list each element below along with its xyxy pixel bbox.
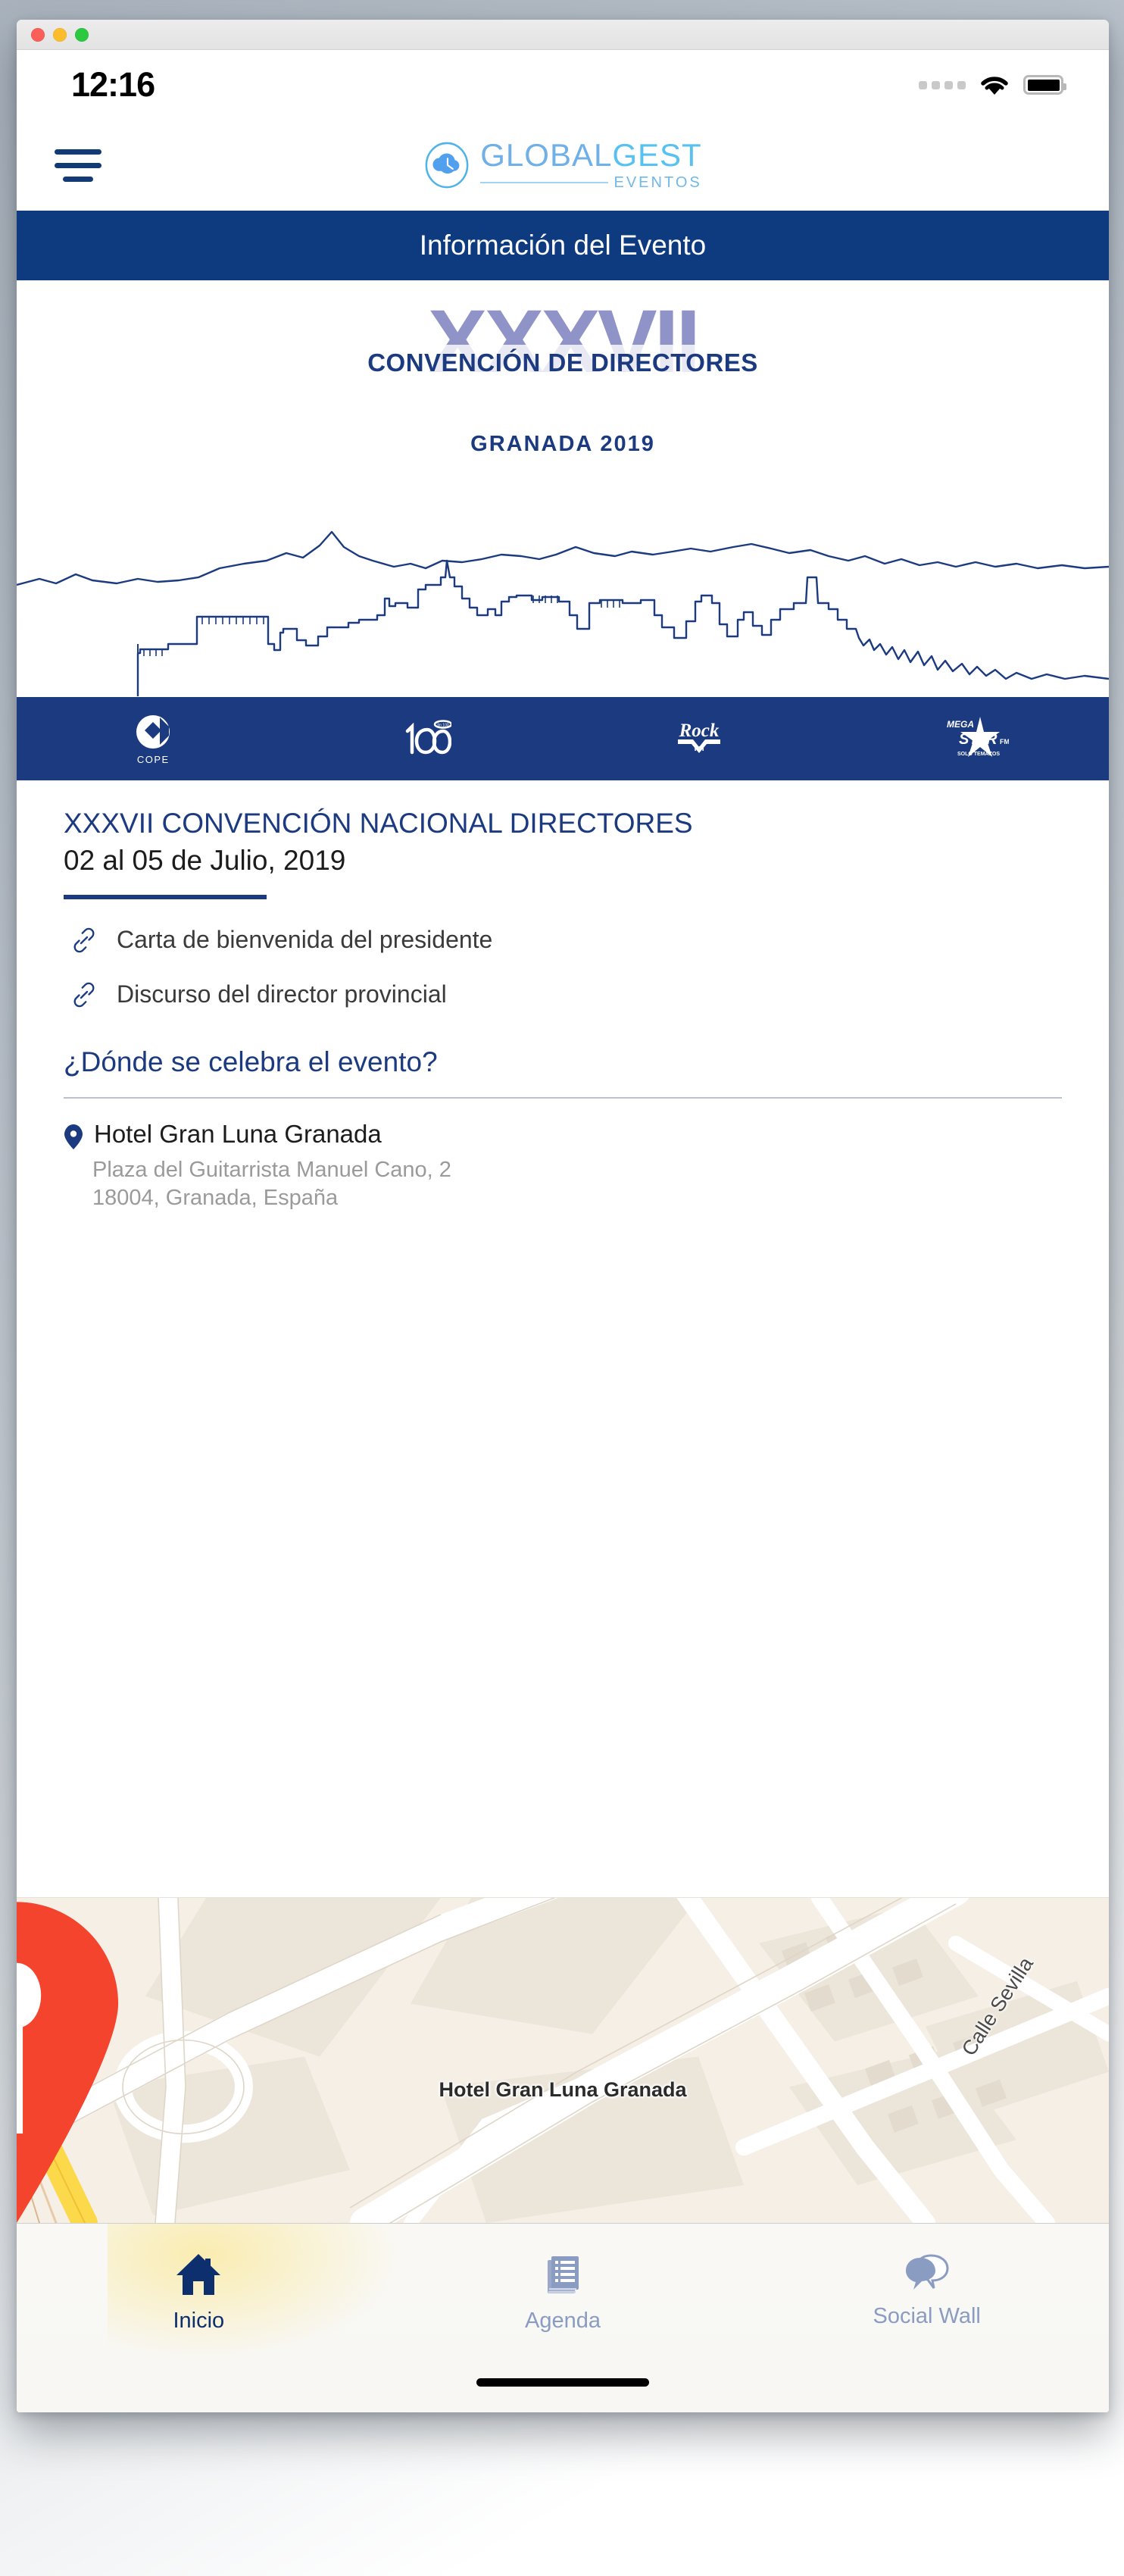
window-titlebar — [17, 20, 1109, 50]
app-brand-logo: GLOBALGEST EVENTOS — [17, 120, 1109, 211]
hamburger-menu-icon[interactable] — [55, 149, 101, 182]
hero-city-year: GRANADA 2019 — [17, 432, 1109, 457]
tab-social-wall[interactable]: Social Wall — [745, 2252, 1109, 2329]
tab-label-social-wall: Social Wall — [873, 2304, 981, 2329]
svg-text:FM: FM — [1000, 738, 1009, 746]
link-item-welcome-letter[interactable]: Carta de bienvenida del presidente — [64, 913, 1062, 968]
brand-subtitle: EVENTOS — [614, 174, 702, 192]
sponsor-megastarfm: MEGA ST R FM SOLO TEMAZOS — [836, 715, 1110, 762]
desktop-backdrop: 12:16 — [0, 0, 1124, 2576]
event-hero-banner: XXXVII CONVENCIÓN DE DIRECTORES GRANADA … — [17, 280, 1109, 530]
link-chain-icon — [70, 926, 98, 955]
event-info-content: XXXVII CONVENCIÓN NACIONAL DIRECTORES 02… — [17, 780, 1109, 1897]
link-item-director-speech[interactable]: Discurso del director provincial — [64, 968, 1062, 1022]
brand-name-part2: GEST — [612, 137, 701, 173]
home-icon — [175, 2252, 222, 2296]
app-header: GLOBALGEST EVENTOS — [17, 120, 1109, 211]
tab-inicio[interactable]: Inicio — [17, 2252, 381, 2334]
agenda-list-icon — [543, 2252, 582, 2296]
map-marker-pin-icon[interactable] — [17, 1898, 563, 2223]
status-bar: 12:16 — [17, 50, 1109, 120]
bottom-tab-bar: Inicio — [17, 2223, 1109, 2412]
cadena100-logo-icon: fm 100 — [401, 716, 451, 761]
venue-map[interactable]: Hotel Gran Luna Granada Calle Sevilla — [17, 1897, 1109, 2223]
brand-subtitle-row: EVENTOS — [480, 174, 701, 192]
status-bar-indicators — [919, 73, 1063, 96]
location-heading: ¿Dónde se celebra el evento? — [64, 1046, 1062, 1078]
phone-viewport: 12:16 — [17, 50, 1109, 2412]
venue-address-line2: 18004, Granada, España — [92, 1184, 1062, 1212]
simulator-window: 12:16 — [17, 20, 1109, 2412]
link-chain-icon — [70, 980, 98, 1009]
svg-text:MEGA: MEGA — [947, 719, 974, 730]
signal-dots-icon — [919, 81, 966, 89]
map-marker-label: Hotel Gran Luna Granada — [17, 2078, 1109, 2102]
map-pin-icon — [64, 1124, 83, 1150]
cloud-clock-icon — [423, 142, 470, 189]
zoom-window-button[interactable] — [75, 28, 89, 42]
brand-wordmark: GLOBALGEST EVENTOS — [480, 139, 701, 192]
page-title: Información del Evento — [17, 211, 1109, 280]
sponsor-rockfm: Rock fm — [563, 717, 836, 761]
svg-text:SOLO TEMAZOS: SOLO TEMAZOS — [957, 752, 1000, 757]
tab-label-inicio: Inicio — [173, 2309, 224, 2334]
event-dates: 02 al 05 de Julio, 2019 — [64, 845, 1062, 877]
sponsor-logo-strip: COPE fm 100 Rock — [17, 697, 1109, 780]
minimize-window-button[interactable] — [53, 28, 67, 42]
section-divider-accent — [64, 895, 267, 899]
venue-name-row: Hotel Gran Luna Granada — [64, 1120, 1062, 1150]
venue-address-line1: Plaza del Guitarrista Manuel Cano, 2 — [92, 1156, 1062, 1184]
granada-skyline-illustration — [17, 530, 1109, 697]
wifi-icon — [979, 73, 1010, 96]
svg-text:R: R — [986, 731, 998, 748]
sponsor-cadena100: fm 100 — [290, 716, 564, 761]
status-bar-clock: 12:16 — [71, 65, 155, 105]
link-label: Carta de bienvenida del presidente — [117, 926, 492, 954]
svg-text:ST: ST — [959, 731, 979, 748]
brand-name-part1: GLOBAL — [480, 137, 612, 173]
venue-name: Hotel Gran Luna Granada — [94, 1120, 382, 1149]
close-window-button[interactable] — [31, 28, 45, 42]
sponsor-cope: COPE — [17, 713, 290, 765]
location-divider — [64, 1097, 1062, 1099]
svg-text:fm 100: fm 100 — [437, 724, 449, 728]
hero-band-wrap: CONVENCIÓN DE DIRECTORES — [17, 349, 1109, 377]
svg-text:fm: fm — [695, 744, 705, 753]
brand-name: GLOBALGEST — [480, 139, 701, 171]
rockfm-logo-icon: Rock fm — [672, 717, 726, 761]
chat-bubbles-icon — [904, 2252, 951, 2292]
brand-divider — [480, 182, 607, 183]
hero-band-text: CONVENCIÓN DE DIRECTORES — [363, 345, 763, 380]
link-label: Discurso del director provincial — [117, 980, 447, 1008]
sponsor-label-cope: COPE — [137, 754, 170, 765]
event-title: XXXVII CONVENCIÓN NACIONAL DIRECTORES — [64, 808, 1062, 840]
battery-full-icon — [1023, 75, 1063, 95]
megastarfm-logo-icon: MEGA ST R FM SOLO TEMAZOS — [936, 715, 1009, 762]
cope-logo-icon — [136, 713, 170, 752]
tab-label-agenda: Agenda — [525, 2309, 601, 2334]
venue-address: Plaza del Guitarrista Manuel Cano, 2 180… — [92, 1156, 1062, 1212]
svg-text:Rock: Rock — [679, 721, 720, 741]
tab-agenda[interactable]: Agenda — [381, 2252, 745, 2334]
home-indicator[interactable] — [476, 2378, 649, 2387]
